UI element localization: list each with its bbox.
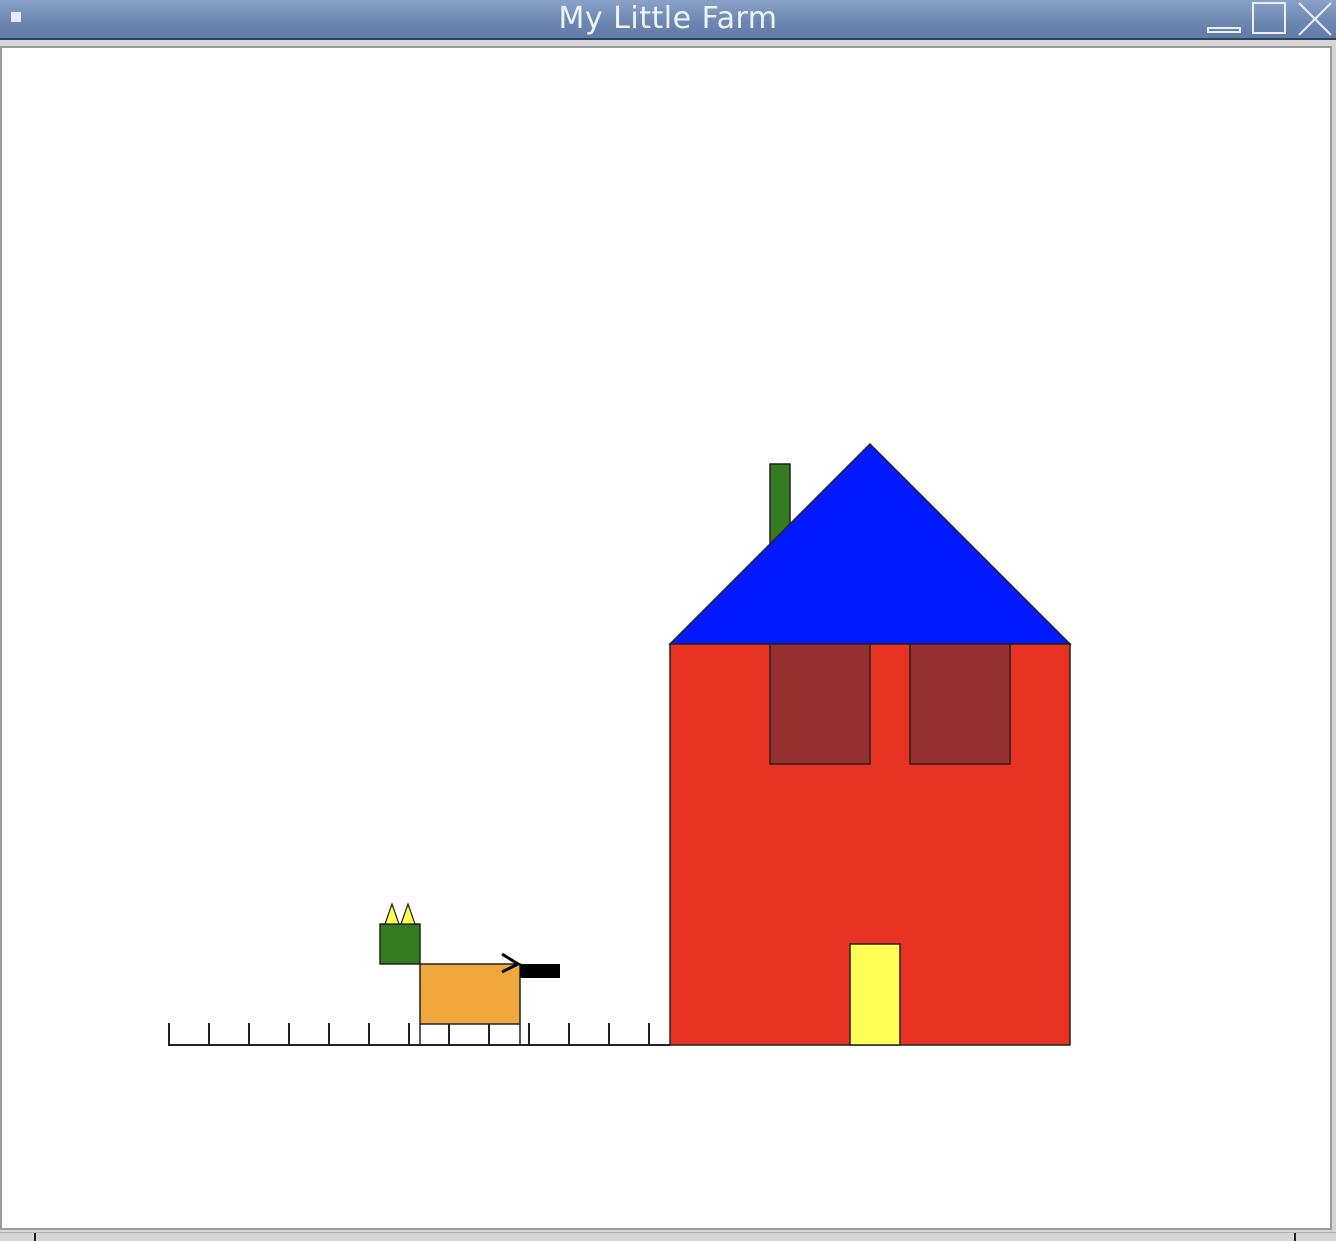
- animal-ear-right: [400, 902, 416, 925]
- fence: [168, 1023, 670, 1046]
- animal-head: [379, 923, 421, 965]
- title-bar[interactable]: My Little Farm: [0, 0, 1336, 40]
- animal-ear-left: [384, 902, 400, 925]
- close-icon[interactable]: [1296, 0, 1334, 38]
- window-title: My Little Farm: [558, 1, 778, 36]
- maximize-icon[interactable]: [1250, 0, 1288, 38]
- roof: [668, 442, 1072, 645]
- status-strip: [0, 1232, 1336, 1241]
- animal-legs: [419, 1024, 521, 1045]
- farm-scene: [168, 442, 1072, 1046]
- animal-body: [419, 963, 521, 1025]
- app-window: My Little Farm: [0, 0, 1336, 1241]
- animal-tail: [520, 964, 560, 978]
- drawing-canvas[interactable]: [0, 46, 1332, 1230]
- house-window-left: [769, 643, 871, 765]
- minimize-icon[interactable]: [1205, 0, 1243, 38]
- house-door: [849, 943, 901, 1046]
- house-window-right: [909, 643, 1011, 765]
